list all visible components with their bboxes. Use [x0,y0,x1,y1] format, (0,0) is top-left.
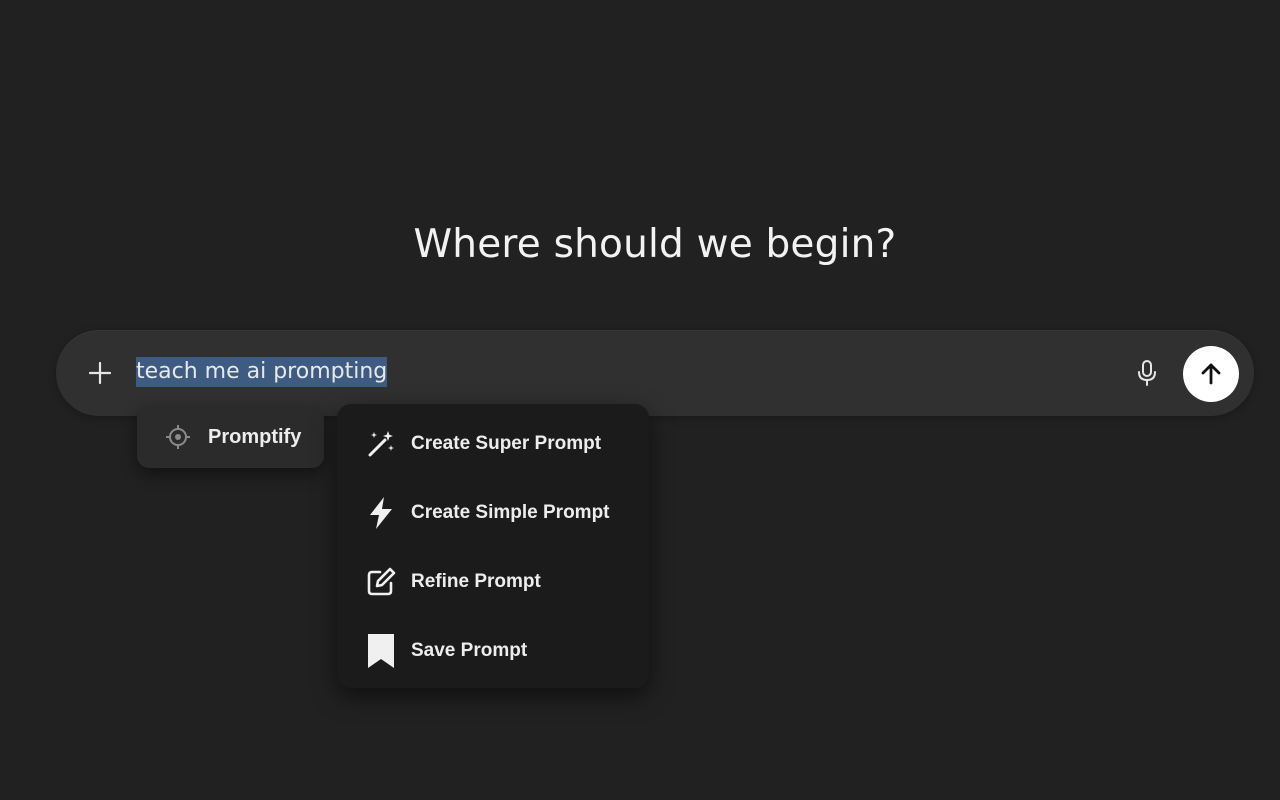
menu-item-label: Create Super Prompt [411,433,602,454]
crosshair-icon [165,424,191,450]
voice-input-button[interactable] [1132,358,1162,388]
send-button[interactable] [1183,346,1239,402]
plus-icon [88,361,112,385]
promptify-button[interactable]: Promptify [137,406,324,468]
prompt-actions-menu: Create Super Prompt Create Simple Prompt… [337,404,649,688]
menu-item-refine-prompt[interactable]: Refine Prompt [337,552,649,612]
menu-item-label: Refine Prompt [411,571,541,592]
menu-item-save-prompt[interactable]: Save Prompt [337,621,649,681]
edit-icon [365,562,397,602]
menu-item-create-super-prompt[interactable]: Create Super Prompt [337,414,649,474]
arrow-up-icon [1201,363,1221,385]
promptify-label: Promptify [208,425,302,448]
add-attachment-button[interactable] [84,357,116,389]
selected-text: teach me ai prompting [136,357,388,387]
prompt-composer: teach me ai prompting [56,330,1254,416]
menu-item-label: Create Simple Prompt [411,502,610,523]
menu-item-create-simple-prompt[interactable]: Create Simple Prompt [337,483,649,543]
page-title: Where should we begin? [413,222,897,267]
bookmark-icon [365,631,397,671]
microphone-icon [1138,360,1156,386]
prompt-input[interactable]: teach me ai prompting [136,355,388,389]
chat-page: Where should we begin? teach me ai promp… [0,0,1280,800]
menu-item-label: Save Prompt [411,640,528,661]
magic-wand-icon [365,424,397,464]
lightning-bolt-icon [365,493,397,533]
